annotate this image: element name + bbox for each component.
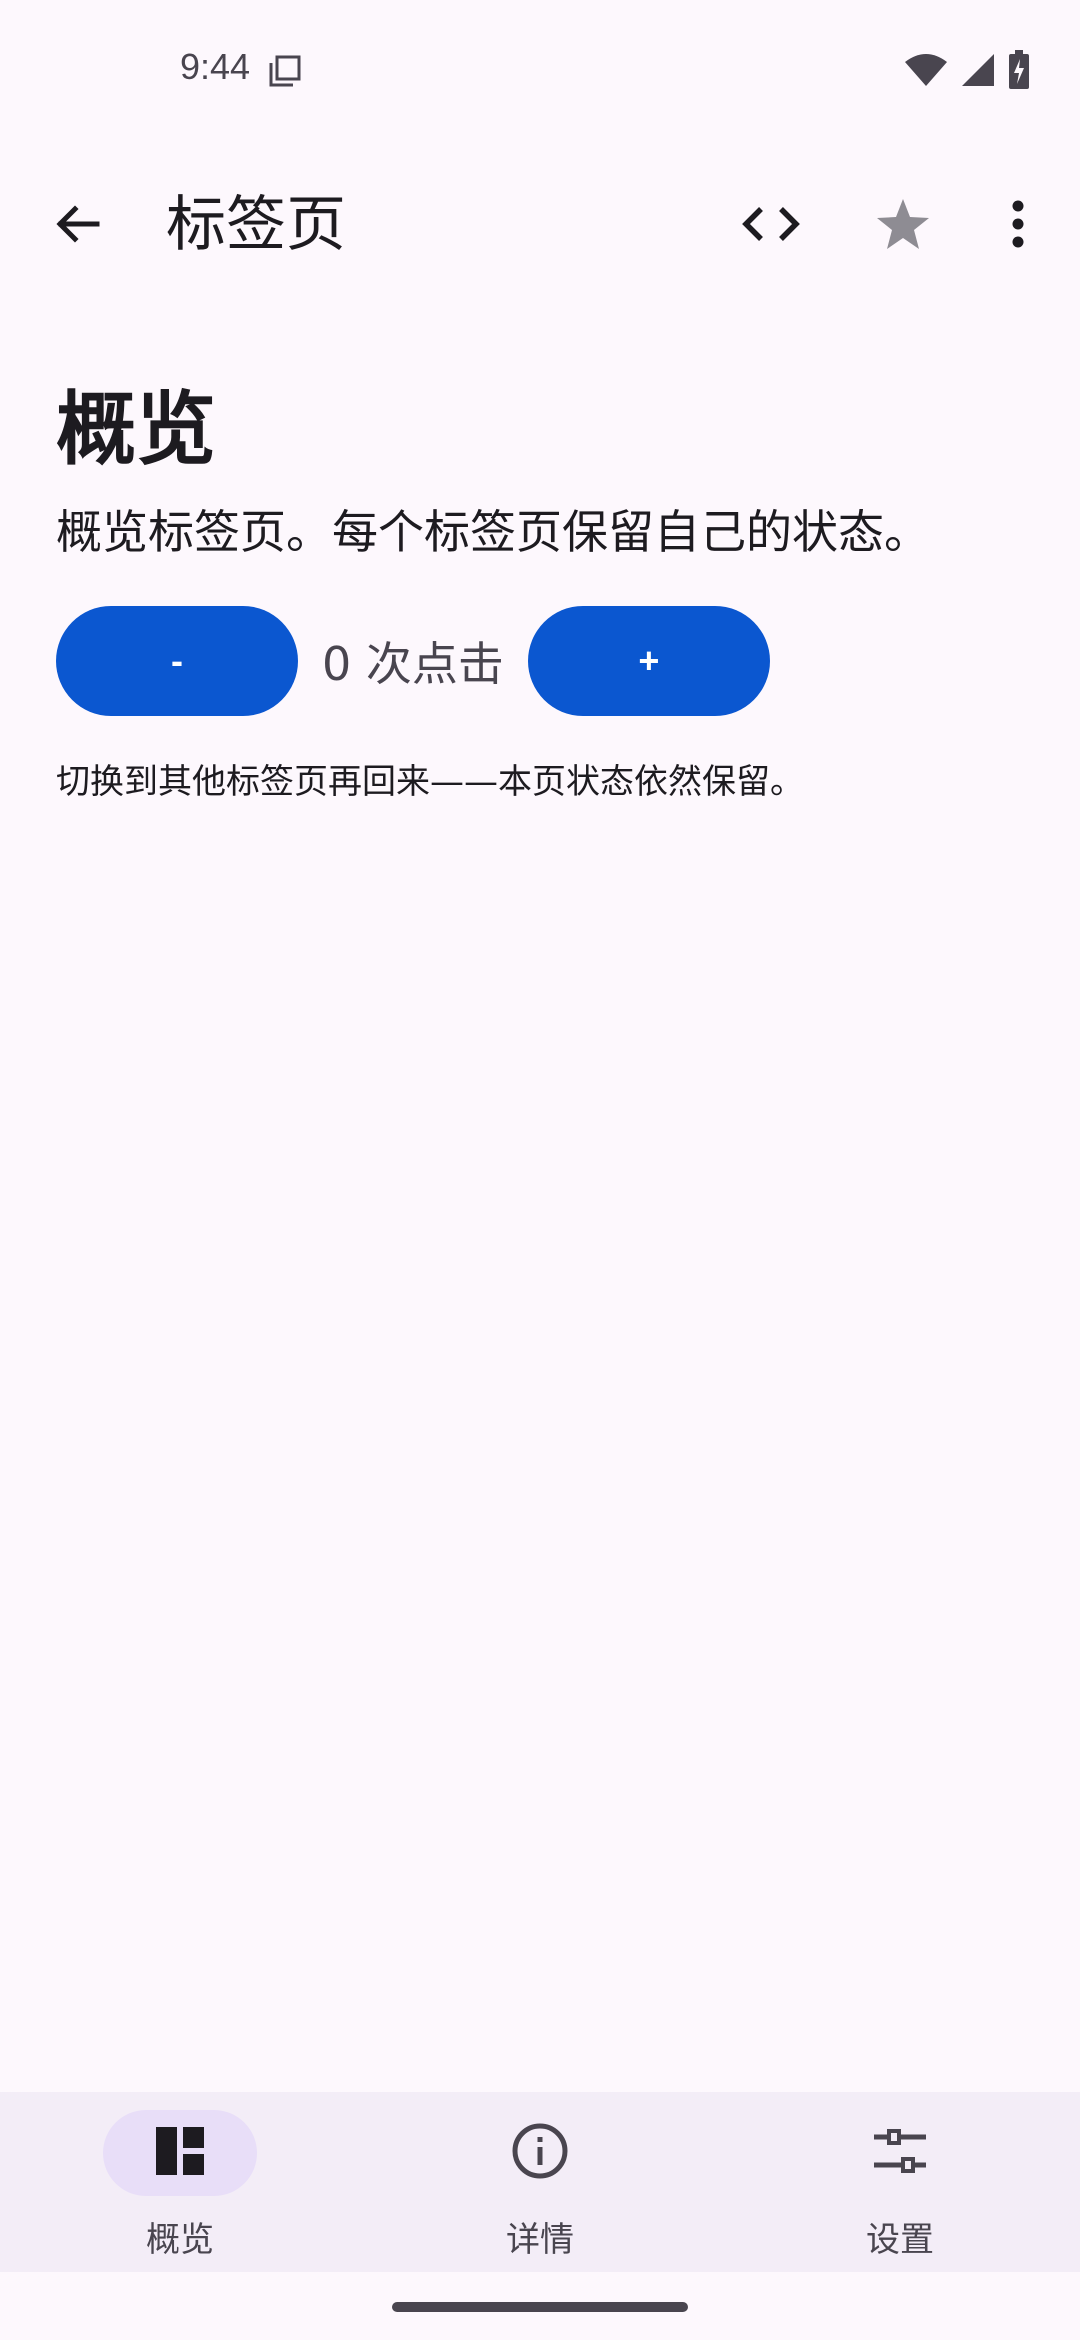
- back-button[interactable]: [40, 188, 116, 264]
- info-icon: [511, 2122, 569, 2184]
- hint-text: 切换到其他标签页再回来——本页状态依然保留。: [56, 762, 804, 802]
- code-button[interactable]: [733, 188, 809, 264]
- dashboard-icon: [154, 2125, 206, 2181]
- click-count-text: 0 次点击: [322, 637, 504, 691]
- nav-label-details: 详情: [506, 2220, 574, 2260]
- nav-active-indicator: [103, 2110, 257, 2196]
- nav-label-overview: 概览: [146, 2220, 214, 2260]
- more-vert-icon: [1010, 200, 1026, 252]
- app-bar-title: 标签页: [166, 190, 346, 260]
- gesture-navigation-bar[interactable]: [392, 2302, 688, 2312]
- star-icon: [875, 197, 931, 255]
- decrement-button[interactable]: -: [56, 606, 298, 716]
- arrow-back-icon: [53, 199, 103, 253]
- nav-item-overview[interactable]: 概览: [0, 2092, 360, 2272]
- overview-content: 概览 概览标签页。每个标签页保留自己的状态。 - 0 次点击 + 切换到其他标签…: [56, 380, 1024, 804]
- nav-icon-container: [463, 2110, 617, 2196]
- signal-icon: [960, 52, 996, 92]
- status-time: 9:44: [180, 46, 251, 87]
- screen: 9:44 标签页 概览 概览标签页。每个标签页保留自己的状态。 - 0 次点击 …: [0, 0, 1080, 2340]
- nav-label-settings: 设置: [866, 2220, 934, 2260]
- status-bar: 9:44: [0, 0, 1080, 140]
- battery-icon: [1008, 50, 1030, 94]
- nav-icon-container: [823, 2110, 977, 2196]
- bottom-navigation: 概览 详情 设置: [0, 2092, 1080, 2272]
- status-icons: [904, 50, 1030, 94]
- increment-button[interactable]: +: [527, 606, 770, 716]
- top-app-bar: 标签页: [0, 170, 1080, 280]
- page-heading: 概览: [56, 383, 216, 476]
- nav-item-details[interactable]: 详情: [360, 2092, 720, 2272]
- code-icon: [741, 204, 801, 248]
- notification-icon: [268, 54, 302, 88]
- favorite-button[interactable]: [865, 188, 941, 264]
- more-options-button[interactable]: [980, 188, 1056, 264]
- wifi-icon: [904, 52, 948, 92]
- counter-row: - 0 次点击 +: [56, 606, 1024, 716]
- nav-item-settings[interactable]: 设置: [720, 2092, 1080, 2272]
- tune-icon: [872, 2127, 928, 2179]
- description-text: 概览标签页。每个标签页保留自己的状态。: [56, 505, 930, 559]
